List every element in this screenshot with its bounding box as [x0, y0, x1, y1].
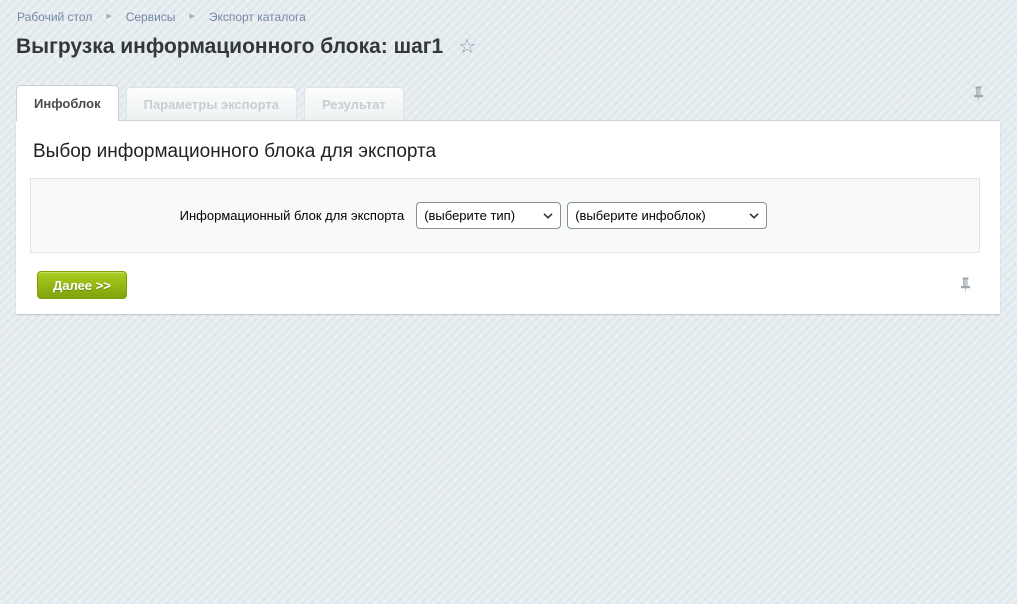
infoblock-type-select[interactable]: (выберите тип): [416, 202, 561, 229]
breadcrumb-separator-icon: ▶: [189, 11, 194, 23]
pin-settings-icon[interactable]: [972, 86, 985, 103]
infoblock-select[interactable]: (выберите инфоблок): [567, 202, 767, 229]
page-title: Выгрузка информационного блока: шаг1: [16, 35, 443, 59]
section-heading: Выбор информационного блока для экспорта: [33, 141, 1000, 163]
favorite-star-icon[interactable]: ☆: [458, 37, 476, 57]
tab-export-params: Параметры экспорта: [126, 87, 297, 120]
breadcrumb-item-services[interactable]: Сервисы: [126, 10, 176, 24]
infoblock-type-select-wrap: (выберите тип): [416, 202, 561, 229]
infoblock-export-label: Информационный блок для экспорта: [31, 208, 410, 223]
breadcrumb-item-desktop[interactable]: Рабочий стол: [17, 10, 92, 24]
breadcrumb-separator-icon: ▶: [106, 11, 111, 23]
content-panel: Выбор информационного блока для экспорта…: [16, 120, 1000, 314]
breadcrumb-item-catalog-export[interactable]: Экспорт каталога: [209, 10, 306, 24]
breadcrumb: Рабочий стол ▶ Сервисы ▶ Экспорт каталог…: [0, 0, 1017, 24]
tab-infoblock[interactable]: Инфоблок: [16, 85, 119, 121]
infoblock-select-wrap: (выберите инфоблок): [567, 202, 767, 229]
tab-bar: Инфоблок Параметры экспорта Результат: [16, 84, 1017, 120]
action-row: Далее >>: [37, 271, 972, 299]
pushpin-icon: [972, 86, 985, 103]
form-row: Информационный блок для экспорта (выбери…: [31, 202, 979, 229]
pin-settings-icon[interactable]: [959, 277, 972, 294]
tab-result: Результат: [304, 87, 404, 120]
pushpin-icon: [959, 277, 972, 294]
form-section: Информационный блок для экспорта (выбери…: [30, 178, 980, 253]
next-step-button[interactable]: Далее >>: [37, 271, 127, 299]
title-row: Выгрузка информационного блока: шаг1 ☆: [16, 35, 1017, 59]
